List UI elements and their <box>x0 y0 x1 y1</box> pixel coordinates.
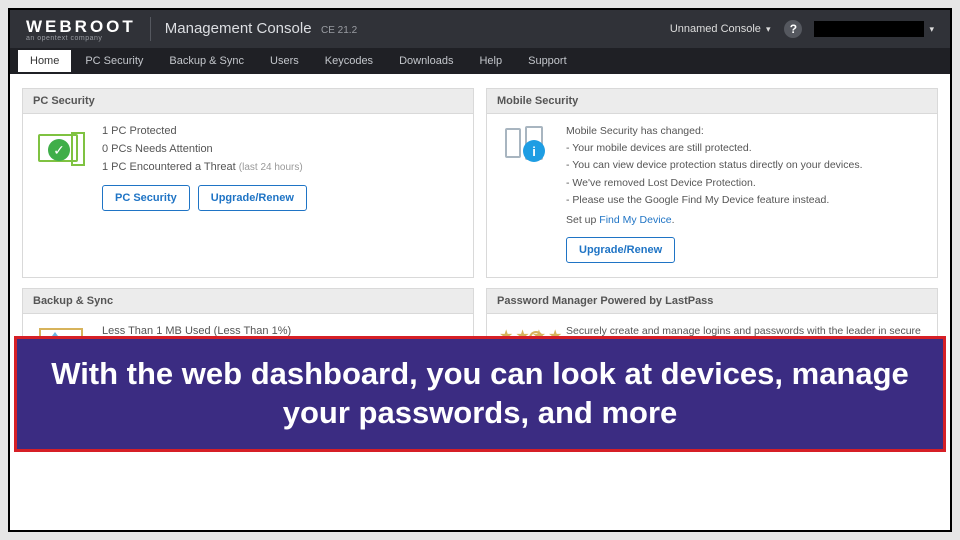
nav-downloads[interactable]: Downloads <box>387 50 465 72</box>
card-title: Password Manager Powered by LastPass <box>487 289 937 314</box>
find-my-device-link[interactable]: Find My Device <box>599 214 671 226</box>
main-nav: Home PC Security Backup & Sync Users Key… <box>10 48 950 74</box>
help-icon[interactable]: ? <box>784 20 802 38</box>
nav-keycodes[interactable]: Keycodes <box>313 50 385 72</box>
mobile-setup-line: Set up Find My Device. <box>566 213 925 227</box>
nav-users[interactable]: Users <box>258 50 311 72</box>
nav-pc-security[interactable]: PC Security <box>73 50 155 72</box>
console-title-wrap: Management Console CE 21.2 <box>165 20 357 38</box>
pc-shield-icon: ✓ <box>35 124 90 174</box>
mobile-bullet: - You can view device protection status … <box>566 158 925 172</box>
console-version: CE 21.2 <box>321 25 357 36</box>
mobile-devices-icon: i <box>499 124 554 174</box>
overlay-caption: With the web dashboard, you can look at … <box>14 336 946 452</box>
console-title: Management Console <box>165 20 312 37</box>
mobile-upgrade-button[interactable]: Upgrade/Renew <box>566 237 675 263</box>
mobile-bullet: - We've removed Lost Device Protection. <box>566 176 925 190</box>
pc-line-threat: 1 PC Encountered a Threat (last 24 hours… <box>102 160 461 175</box>
card-pc-security: PC Security ✓ 1 PC Protected 0 PCs Needs… <box>22 88 474 278</box>
nav-help[interactable]: Help <box>467 50 514 72</box>
pc-threat-period: (last 24 hours) <box>239 162 303 173</box>
card-title: Backup & Sync <box>23 289 473 314</box>
nav-backup-sync[interactable]: Backup & Sync <box>157 50 256 72</box>
card-title: PC Security <box>23 89 473 114</box>
header-bar: WEBROOT an opentext company Management C… <box>10 10 950 48</box>
pc-line-attention: 0 PCs Needs Attention <box>102 142 461 157</box>
console-selector[interactable]: Unnamed Console <box>670 23 771 35</box>
chevron-down-icon <box>929 23 934 35</box>
account-selector[interactable] <box>814 21 934 37</box>
app-frame: WEBROOT an opentext company Management C… <box>8 8 952 532</box>
header-divider <box>150 17 151 41</box>
card-title: Mobile Security <box>487 89 937 114</box>
console-selector-label: Unnamed Console <box>670 23 761 35</box>
checkmark-badge-icon: ✓ <box>48 139 70 161</box>
account-name-redacted <box>814 21 924 37</box>
nav-home[interactable]: Home <box>18 50 71 72</box>
brand-logo: WEBROOT <box>26 17 136 37</box>
mobile-bullet: - Please use the Google Find My Device f… <box>566 193 925 207</box>
pc-security-button[interactable]: PC Security <box>102 185 190 211</box>
mobile-intro: Mobile Security has changed: <box>566 124 925 138</box>
pc-line-protected: 1 PC Protected <box>102 124 461 139</box>
nav-support[interactable]: Support <box>516 50 579 72</box>
brand-block: WEBROOT an opentext company <box>26 17 136 42</box>
content-area: PC Security ✓ 1 PC Protected 0 PCs Needs… <box>10 74 950 530</box>
info-badge-icon: i <box>523 140 545 162</box>
mobile-bullet: - Your mobile devices are still protecte… <box>566 141 925 155</box>
card-mobile-security: Mobile Security i Mobile Security has ch… <box>486 88 938 278</box>
pc-upgrade-button[interactable]: Upgrade/Renew <box>198 185 307 211</box>
chevron-down-icon <box>766 23 771 35</box>
